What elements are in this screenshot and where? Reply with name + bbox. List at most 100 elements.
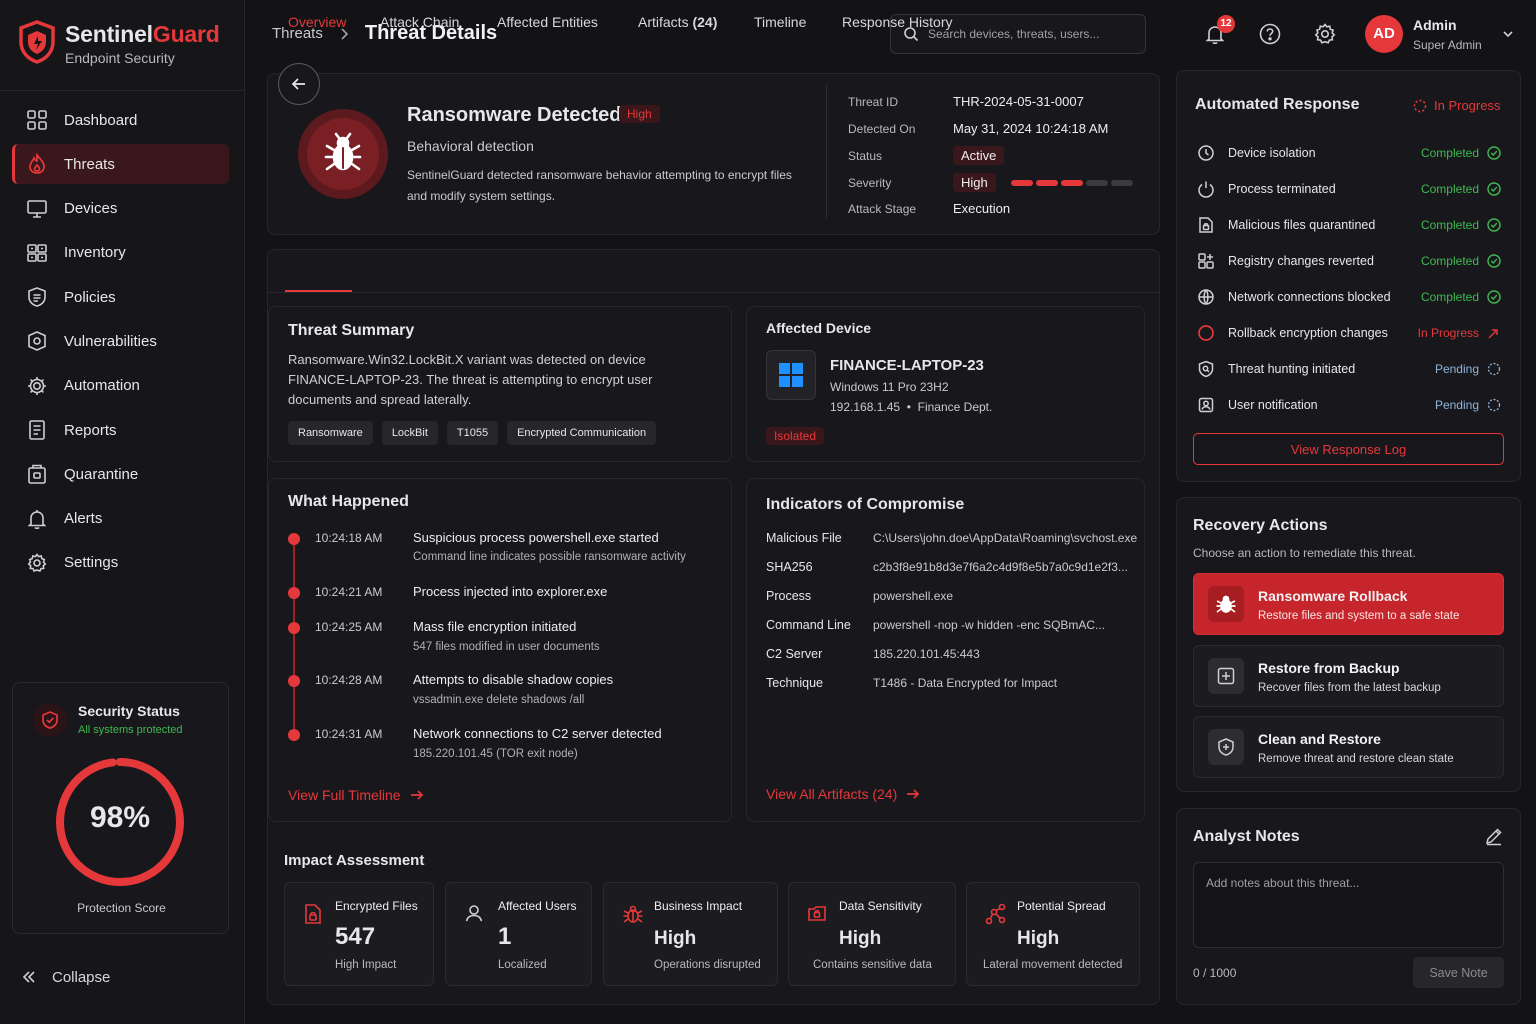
- response-step-status: Completed: [1420, 254, 1479, 268]
- tab-affected-entities[interactable]: Affected Entities: [497, 14, 598, 30]
- sidebar-item-automation[interactable]: Automation: [12, 366, 229, 406]
- save-note-button[interactable]: Save Note: [1413, 957, 1504, 988]
- response-step-label: Device isolation: [1228, 146, 1316, 160]
- impact-card-data-sensitivity: Data Sensitivity High Contains sensitive…: [788, 882, 956, 986]
- user-notification-icon: [1198, 397, 1214, 413]
- sidebar-item-inventory[interactable]: Inventory: [12, 233, 229, 273]
- quarantine-icon: [28, 465, 46, 485]
- report-icon: [29, 420, 45, 440]
- impact-card-potential-spread: Potential Spread High Lateral movement d…: [966, 882, 1140, 986]
- impact-value: High: [1017, 928, 1060, 949]
- timeline-dot: [288, 533, 300, 545]
- sidebar-item-label: Devices: [64, 200, 118, 218]
- tag[interactable]: LockBit: [381, 421, 438, 445]
- sidebar: SentinelGuard Endpoint Security Dashboar…: [0, 0, 245, 1024]
- timeline-line: [293, 540, 295, 735]
- view-all-artifacts-label: View All Artifacts (24): [766, 786, 898, 802]
- device-ip: 192.168.1.45: [830, 400, 901, 414]
- recovery-action-title: Clean and Restore: [1258, 731, 1381, 747]
- check-circle-icon: [1487, 146, 1501, 160]
- ioc-value[interactable]: c2b3f8e91b8d3e7f6a2c4d9f8e5b7a0c9d1e2f3.…: [873, 560, 1128, 574]
- arrow-right-icon: [907, 789, 920, 799]
- recovery-action-title: Restore from Backup: [1258, 660, 1400, 676]
- help-icon[interactable]: [1258, 22, 1282, 46]
- sidebar-item-threats[interactable]: Threats: [12, 144, 229, 185]
- impact-subtitle: Lateral movement detected: [983, 959, 1123, 971]
- impact-value: High: [654, 928, 697, 949]
- security-status-card: Security Status All systems protected 98…: [12, 682, 229, 934]
- tab-artifacts[interactable]: Artifacts (24): [638, 14, 717, 30]
- collapse-sidebar-button[interactable]: Collapse: [20, 968, 110, 986]
- arrow-left-icon: [291, 78, 305, 90]
- recovery-action-subtitle: Restore files and system to a safe state: [1258, 610, 1460, 622]
- search-input[interactable]: [928, 27, 1128, 41]
- clean-and-restore-button[interactable]: Clean and Restore Remove threat and rest…: [1193, 716, 1504, 778]
- automated-response-card: [1176, 70, 1521, 482]
- sidebar-item-dashboard[interactable]: Dashboard: [12, 100, 229, 140]
- recovery-action-title: Ransomware Rollback: [1258, 588, 1408, 604]
- back-button[interactable]: [278, 63, 320, 105]
- tab-overview[interactable]: Overview: [288, 14, 346, 30]
- device-status-badge: Isolated: [766, 427, 825, 445]
- sidebar-item-reports[interactable]: Reports: [12, 410, 229, 450]
- brand[interactable]: SentinelGuard Endpoint Security: [18, 20, 220, 66]
- threat-summary-text: Ransomware.Win32.LockBit.X variant was d…: [288, 352, 653, 407]
- response-step-label: Rollback encryption changes: [1228, 326, 1388, 340]
- ioc-value[interactable]: powershell -nop -w hidden -enc SQBmAC...: [873, 618, 1105, 632]
- ioc-value[interactable]: C:\Users\john.doe\AppData\Roaming\svchos…: [873, 531, 1137, 545]
- severity-label: Severity: [848, 176, 892, 190]
- view-all-artifacts-link[interactable]: View All Artifacts (24): [766, 786, 920, 802]
- sidebar-item-quarantine[interactable]: Quarantine: [12, 454, 229, 494]
- ioc-title: Indicators of Compromise: [766, 496, 965, 513]
- view-full-timeline-link[interactable]: View Full Timeline: [288, 787, 424, 803]
- ioc-key: Malicious File: [766, 531, 842, 545]
- settings-gear-icon[interactable]: [1313, 22, 1337, 46]
- tabs-divider: [268, 292, 1159, 293]
- tag[interactable]: Ransomware: [288, 421, 373, 445]
- device-name[interactable]: FINANCE-LAPTOP-23: [830, 357, 984, 374]
- tab-artifacts-count: (24): [692, 14, 718, 30]
- threat-id-label: Threat ID: [848, 95, 899, 109]
- brand-shield-logo-icon: [19, 20, 55, 64]
- check-circle-icon: [1487, 182, 1501, 196]
- tab-response-history[interactable]: Response History: [842, 14, 953, 30]
- event-time: 10:24:28 AM: [315, 673, 383, 687]
- rollback-bug-icon: [1208, 586, 1244, 622]
- sidebar-item-devices[interactable]: Devices: [12, 189, 229, 229]
- severity-segment: [1111, 180, 1133, 186]
- analyst-notes-input[interactable]: [1193, 862, 1504, 948]
- ransomware-rollback-button[interactable]: Ransomware Rollback Restore files and sy…: [1193, 573, 1504, 635]
- impact-label: Affected Users: [498, 899, 577, 913]
- check-circle-icon: [1487, 290, 1501, 304]
- impact-card-business-impact: Business Impact High Operations disrupte…: [603, 882, 778, 986]
- sidebar-item-vulnerabilities[interactable]: Vulnerabilities: [12, 321, 229, 361]
- ioc-value[interactable]: powershell.exe: [873, 589, 953, 603]
- chevron-down-icon[interactable]: [1502, 28, 1514, 40]
- avatar[interactable]: AD: [1365, 15, 1403, 53]
- process-terminated-icon: [1198, 181, 1214, 198]
- user-name[interactable]: Admin: [1413, 17, 1457, 33]
- tab-timeline[interactable]: Timeline: [754, 14, 806, 30]
- edit-pencil-icon[interactable]: [1484, 826, 1504, 846]
- event-subtitle: 185.220.101.45 (TOR exit node): [413, 748, 578, 760]
- timeline-dot: [288, 729, 300, 741]
- severity-segment: [1086, 180, 1108, 186]
- tag[interactable]: Encrypted Communication: [507, 421, 657, 445]
- tab-attack-chain[interactable]: Attack Chain: [380, 14, 459, 30]
- restore-from-backup-button[interactable]: Restore from Backup Recover files from t…: [1193, 645, 1504, 707]
- event-time: 10:24:31 AM: [315, 727, 383, 741]
- double-chevron-left-icon: [22, 971, 35, 983]
- recovery-title: Recovery Actions: [1193, 517, 1328, 534]
- ioc-key: Technique: [766, 676, 823, 690]
- view-response-log-button[interactable]: View Response Log: [1193, 433, 1504, 465]
- sidebar-item-policies[interactable]: Policies: [12, 277, 229, 317]
- sidebar-item-settings[interactable]: Settings: [12, 543, 229, 583]
- bug-icon: [623, 905, 643, 923]
- impact-label: Encrypted Files: [335, 899, 418, 913]
- sidebar-item-alerts[interactable]: Alerts: [12, 499, 229, 539]
- ioc-value[interactable]: T1486 - Data Encrypted for Impact: [873, 676, 1057, 690]
- event-time: 10:24:18 AM: [315, 531, 383, 545]
- ioc-value[interactable]: 185.220.101.45:443: [873, 647, 980, 661]
- impact-title: Impact Assessment: [284, 852, 425, 869]
- tag[interactable]: T1055: [446, 421, 499, 445]
